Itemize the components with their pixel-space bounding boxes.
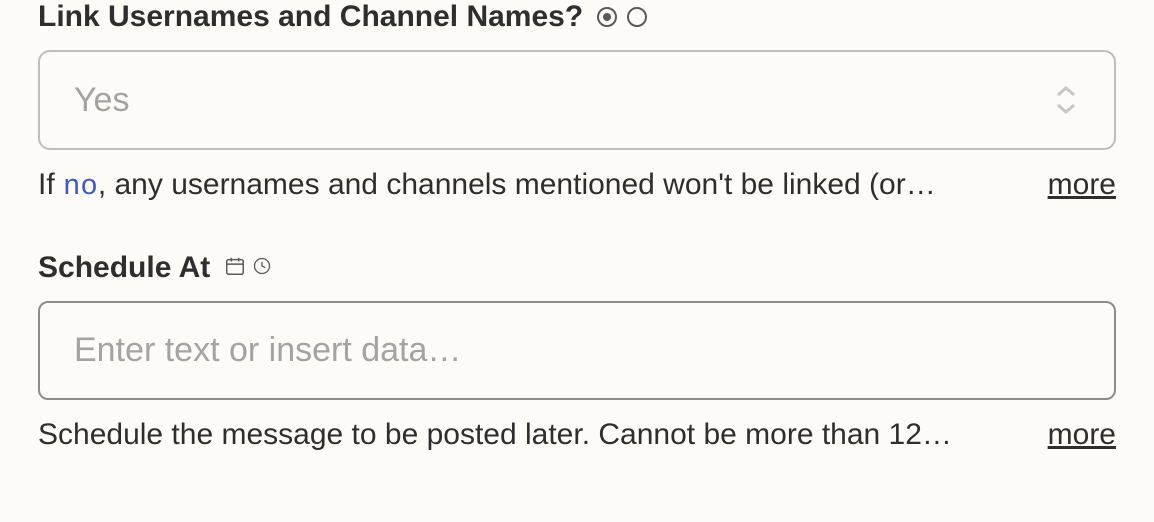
schedule-at-help-row: Schedule the message to be posted later.… — [38, 418, 1116, 452]
help-code: no — [63, 170, 98, 203]
link-usernames-label: Link Usernames and Channel Names? — [38, 0, 583, 34]
schedule-at-label: Schedule At — [38, 251, 210, 285]
schedule-at-more-link[interactable]: more — [1048, 418, 1116, 452]
link-usernames-radio-group — [597, 7, 647, 27]
schedule-at-label-row: Schedule At — [38, 251, 1116, 285]
calendar-icon — [224, 255, 246, 282]
link-usernames-select-value: Yes — [74, 81, 129, 120]
schedule-at-icons — [224, 255, 272, 282]
link-usernames-help-row: If no, any usernames and channels mentio… — [38, 168, 1116, 203]
link-usernames-field: Link Usernames and Channel Names? Yes If… — [38, 0, 1116, 203]
schedule-at-input[interactable] — [38, 301, 1116, 400]
schedule-at-help-text: Schedule the message to be posted later.… — [38, 418, 1024, 452]
radio-option-selected[interactable] — [597, 7, 617, 27]
link-usernames-label-row: Link Usernames and Channel Names? — [38, 0, 1116, 34]
link-usernames-select[interactable]: Yes — [38, 50, 1116, 150]
link-usernames-help-text: If no, any usernames and channels mentio… — [38, 168, 1024, 203]
help-prefix: If — [38, 168, 63, 201]
link-usernames-more-link[interactable]: more — [1048, 168, 1116, 202]
select-chevrons-icon — [1052, 80, 1080, 120]
help-suffix: , any usernames and channels mentioned w… — [98, 168, 936, 201]
radio-option-unselected[interactable] — [627, 7, 647, 27]
clock-icon — [252, 256, 272, 281]
schedule-at-field: Schedule At Schedule the message to be p… — [38, 251, 1116, 452]
